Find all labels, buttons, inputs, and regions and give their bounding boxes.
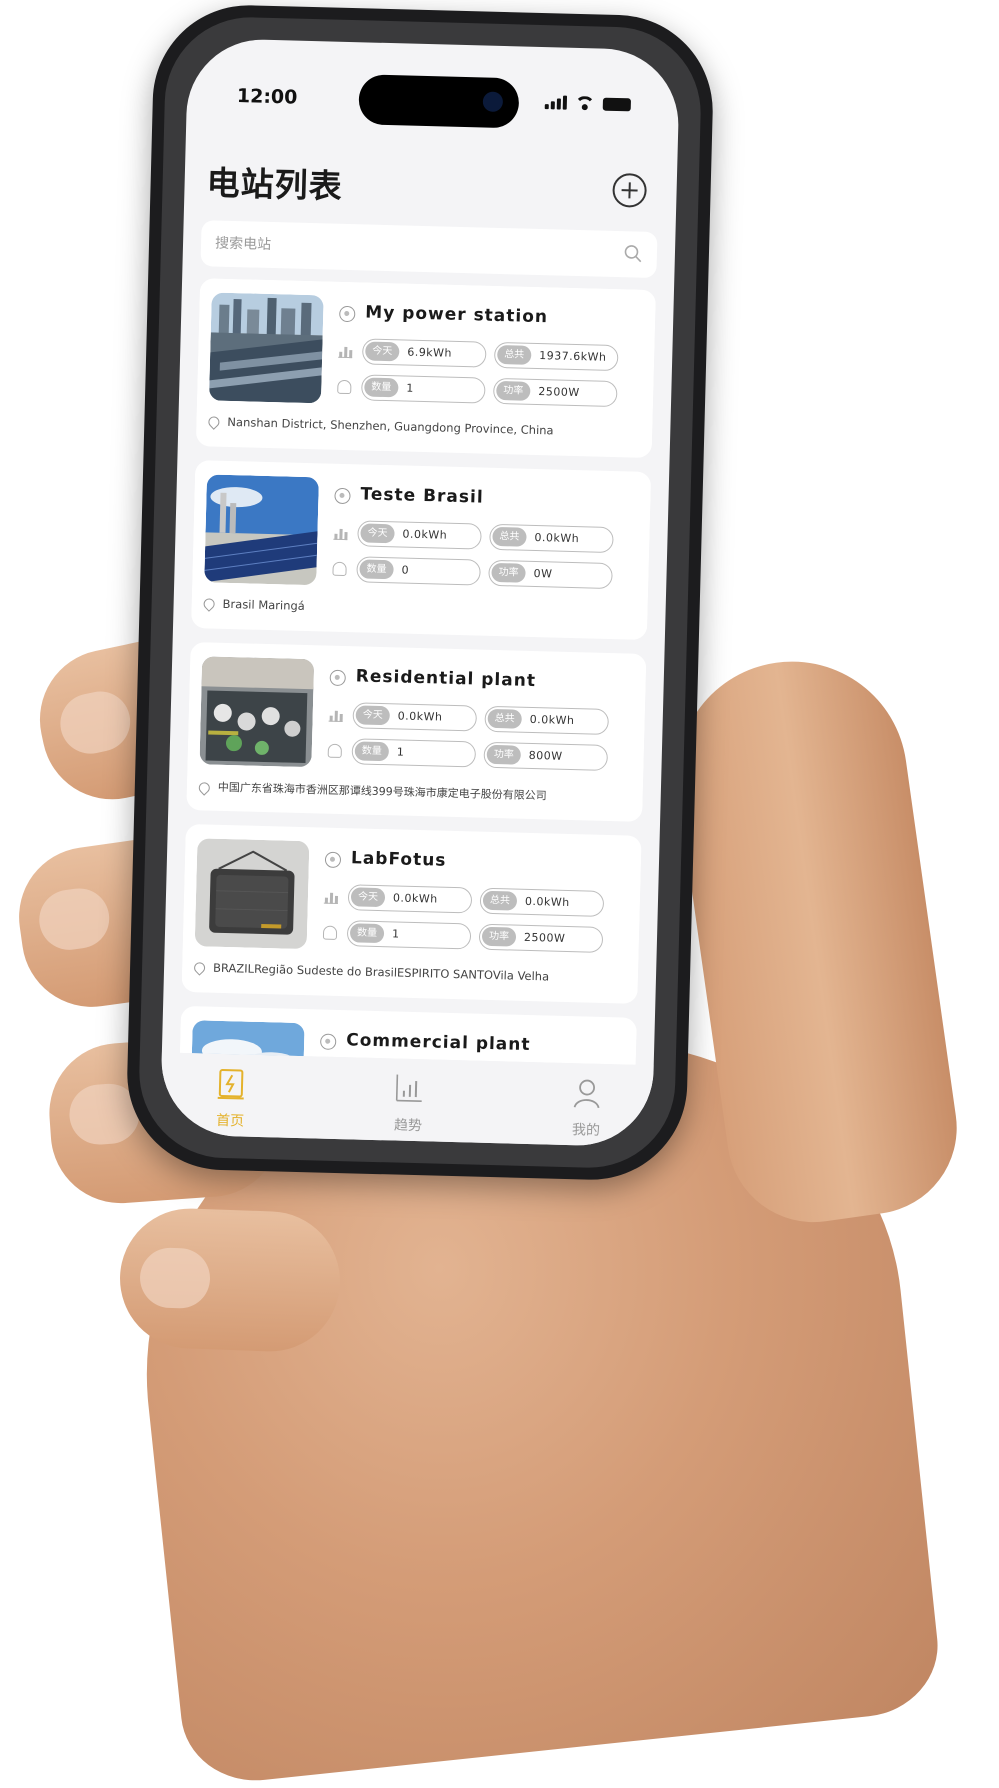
- station-name: LabFotus: [351, 848, 447, 870]
- station-home-icon: [216, 1068, 247, 1101]
- power-pill: 功率2500W: [493, 378, 618, 407]
- total-energy-pill: 总共1937.6kWh: [494, 342, 619, 371]
- tab-home-label: 首页: [180, 1109, 280, 1132]
- location-icon: [192, 960, 208, 976]
- tab-mine-label: 我的: [536, 1118, 636, 1141]
- station-icon: [339, 306, 355, 322]
- power-pill: 功率2500W: [479, 924, 604, 953]
- station-address: Nanshan District, Shenzhen, Guangdong Pr…: [208, 414, 554, 437]
- status-time: 12:00: [237, 85, 298, 109]
- hand-finger: [118, 1206, 343, 1354]
- station-photo: [209, 292, 324, 403]
- station-photo: [195, 838, 310, 949]
- location-icon: [206, 414, 222, 430]
- station-card[interactable]: My power station 今天6.9kWh 总共1937.6kWh 数量…: [196, 278, 656, 458]
- tab-bar: 首页 趋势 我的: [160, 1052, 654, 1147]
- station-icon: [330, 670, 346, 686]
- total-energy-pill: 总共0.0kWh: [480, 888, 605, 917]
- page-title: 电站列表: [206, 156, 343, 208]
- station-photo: [204, 474, 319, 585]
- wifi-icon: [575, 96, 595, 111]
- tab-trend-label: 趋势: [358, 1114, 458, 1137]
- station-name: Teste Brasil: [360, 484, 484, 507]
- device-count-pill: 数量1: [361, 374, 486, 403]
- station-photo: [199, 656, 314, 767]
- device-count-pill: 数量0: [356, 556, 481, 585]
- device-count-pill: 数量1: [347, 920, 472, 949]
- power-pill: 功率800W: [483, 742, 608, 771]
- station-name: My power station: [365, 302, 548, 327]
- today-energy-pill: 今天0.0kWh: [352, 702, 477, 731]
- phone-frame: 12:00 电站列表 搜索电站: [125, 3, 715, 1182]
- device-icon: [337, 380, 351, 394]
- total-energy-pill: 总共0.0kWh: [484, 706, 609, 735]
- station-list[interactable]: My power station 今天6.9kWh 总共1937.6kWh 数量…: [180, 278, 656, 1065]
- device-icon: [328, 744, 342, 758]
- today-energy-pill: 今天0.0kWh: [348, 884, 473, 913]
- chart-icon: [338, 344, 352, 358]
- station-icon: [334, 488, 350, 504]
- today-energy-pill: 今天0.0kWh: [357, 520, 482, 549]
- device-icon: [332, 562, 346, 576]
- today-energy-pill: 今天6.9kWh: [362, 338, 487, 367]
- device-count-pill: 数量1: [351, 738, 476, 767]
- dynamic-island: [358, 74, 519, 128]
- station-icon: [325, 852, 341, 868]
- signal-icon: [545, 95, 567, 110]
- search-input[interactable]: 搜索电站: [214, 221, 271, 268]
- total-energy-pill: 总共0.0kWh: [489, 524, 614, 553]
- power-pill: 功率0W: [488, 560, 613, 589]
- station-icon: [320, 1034, 336, 1050]
- user-icon: [572, 1077, 603, 1110]
- station-address: 中国广东省珠海市香洲区那谭线399号珠海市康定电子股份有限公司: [199, 778, 547, 803]
- chart-icon: [329, 708, 343, 722]
- station-card[interactable]: LabFotus 今天0.0kWh 总共0.0kWh 数量1 功率2500W B…: [181, 824, 641, 1004]
- status-bar: 12:00: [186, 38, 680, 131]
- trend-chart-icon: [394, 1072, 425, 1105]
- battery-icon: [603, 98, 631, 112]
- search-icon[interactable]: [623, 243, 644, 264]
- tab-trend[interactable]: 趋势: [358, 1072, 460, 1137]
- tab-mine[interactable]: 我的: [536, 1076, 638, 1141]
- chart-icon: [324, 890, 338, 904]
- station-name: Residential plant: [356, 666, 537, 691]
- station-address: Brasil Maringá: [203, 596, 305, 613]
- add-station-button[interactable]: [612, 173, 647, 208]
- device-icon: [323, 926, 337, 940]
- station-name: Commercial plant: [346, 1030, 531, 1055]
- station-card[interactable]: Teste Brasil 今天0.0kWh 总共0.0kWh 数量0 功率0W …: [191, 460, 651, 640]
- station-card[interactable]: Residential plant 今天0.0kWh 总共0.0kWh 数量1 …: [186, 642, 646, 822]
- search-bar[interactable]: 搜索电站: [200, 220, 657, 278]
- location-icon: [201, 596, 217, 612]
- chart-icon: [333, 526, 347, 540]
- station-address: BRAZILRegião Sudeste do BrasilESPIRITO S…: [194, 960, 549, 983]
- tab-home[interactable]: 首页: [180, 1067, 282, 1132]
- location-icon: [197, 780, 213, 796]
- app-screen: 12:00 电站列表 搜索电站: [160, 38, 681, 1148]
